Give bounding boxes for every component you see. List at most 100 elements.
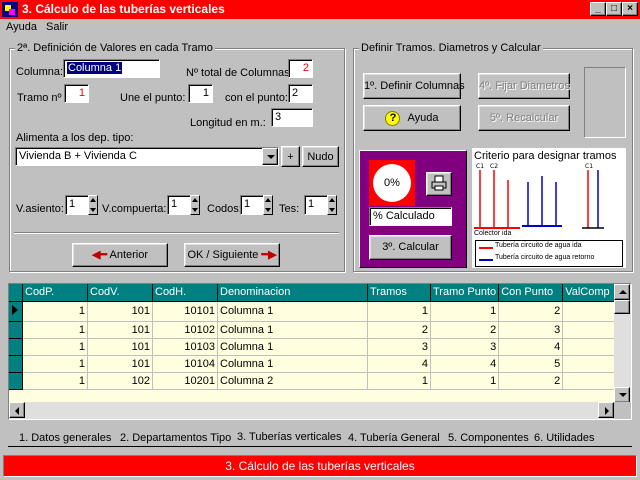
cell-codh[interactable]: 10104: [152, 355, 218, 373]
header-codv[interactable]: CodV.: [87, 284, 153, 302]
header-codp[interactable]: CodP.: [22, 284, 88, 302]
tes-spinner[interactable]: [327, 195, 337, 215]
cell-con-punto[interactable]: 2: [498, 301, 564, 322]
diagram-title: Criterio para designar tramos: [474, 150, 617, 162]
menu-ayuda[interactable]: Ayuda: [6, 21, 37, 33]
cell-codh[interactable]: 10201: [152, 372, 218, 390]
header-con-punto[interactable]: Con Punto: [498, 284, 564, 302]
cell-codh[interactable]: 10101: [152, 301, 218, 322]
codos-spinner[interactable]: [263, 195, 273, 215]
cell-codp[interactable]: 1: [22, 355, 88, 373]
nudo-button[interactable]: Nudo: [302, 146, 339, 167]
cell-codh[interactable]: 10103: [152, 338, 218, 356]
cell-codh[interactable]: 10102: [152, 321, 218, 339]
calcular-button[interactable]: 3º. Calcular: [369, 235, 452, 260]
cell-denominacion[interactable]: Columna 1: [217, 321, 368, 339]
cell-denominacion[interactable]: Columna 1: [217, 355, 368, 373]
table-row[interactable]: 1 101 10103 Columna 1 3 3 4: [9, 338, 624, 356]
cell-tramo-punto[interactable]: 4: [430, 355, 500, 373]
cell-tramo-punto[interactable]: 1: [430, 372, 500, 390]
header-codh[interactable]: CodH.: [152, 284, 218, 302]
fijar-diametros-button[interactable]: 4º. Fijar Diametros: [478, 73, 570, 99]
tab-componentes[interactable]: 5. Componentes: [445, 431, 532, 447]
cell-tramos[interactable]: 1: [367, 301, 431, 322]
anterior-button[interactable]: ◀━ Anterior: [72, 243, 168, 267]
tab-datos-generales[interactable]: 1. Datos generales: [16, 431, 118, 447]
tab-tuberia-general[interactable]: 4. Tubería General: [345, 431, 446, 447]
table-row[interactable]: 1 101 10101 Columna 1 1 1 2: [9, 301, 624, 322]
table-row[interactable]: 1 101 10104 Columna 1 4 4 5: [9, 355, 624, 373]
scroll-left-button[interactable]: [9, 402, 25, 418]
ok-siguiente-button[interactable]: OK / Siguiente ━▶: [184, 243, 280, 267]
definir-columnas-button[interactable]: 1º. Definir Columnas: [363, 73, 465, 99]
vertical-scrollbar[interactable]: [614, 284, 631, 403]
tab-tuberias-verticales[interactable]: 3. Tuberías verticales: [234, 430, 345, 446]
scroll-thumb[interactable]: [614, 300, 630, 314]
vasiento-spinner[interactable]: [88, 195, 98, 215]
vasiento-input[interactable]: 1: [65, 195, 89, 215]
con-punto-input[interactable]: 2: [288, 84, 313, 103]
maximize-button[interactable]: □: [606, 2, 622, 16]
arrow-left-icon: ◀━: [91, 249, 108, 261]
scroll-up-button[interactable]: [614, 284, 630, 300]
columna-input[interactable]: Columna 1: [63, 59, 160, 78]
une-punto-input[interactable]: 1: [188, 84, 213, 103]
app-icon[interactable]: [2, 2, 18, 17]
table-row[interactable]: 1 102 10201 Columna 2 1 1 2: [9, 372, 624, 390]
cell-con-punto[interactable]: 4: [498, 338, 564, 356]
cell-denominacion[interactable]: Columna 1: [217, 301, 368, 322]
cell-codv[interactable]: 102: [87, 372, 153, 390]
cell-codp[interactable]: 1: [22, 301, 88, 322]
tes-input[interactable]: 1: [304, 195, 328, 215]
cell-tramos[interactable]: 4: [367, 355, 431, 373]
tab-utilidades[interactable]: 6. Utilidades: [531, 431, 601, 447]
cell-tramo-punto[interactable]: 3: [430, 338, 500, 356]
tes-label: Tes:: [279, 203, 300, 215]
add-dep-button[interactable]: +: [281, 146, 300, 167]
cell-codv[interactable]: 101: [87, 301, 153, 322]
cell-codv[interactable]: 101: [87, 321, 153, 339]
cell-codp[interactable]: 1: [22, 321, 88, 339]
cell-codp[interactable]: 1: [22, 372, 88, 390]
chevron-down-icon[interactable]: [262, 148, 278, 165]
cell-con-punto[interactable]: 5: [498, 355, 564, 373]
cell-con-punto[interactable]: 3: [498, 321, 564, 339]
ayuda-button[interactable]: ? Ayuda: [363, 105, 461, 131]
cell-denominacion[interactable]: Columna 1: [217, 338, 368, 356]
alimenta-select[interactable]: Vivienda B + Vivienda C: [15, 147, 279, 166]
cell-con-punto[interactable]: 2: [498, 372, 564, 390]
vcompuerta-input[interactable]: 1: [167, 195, 191, 215]
vcompuerta-spinner[interactable]: [190, 195, 200, 215]
ayuda-label: Ayuda: [407, 112, 439, 124]
cell-codp[interactable]: 1: [22, 338, 88, 356]
menu-salir[interactable]: Salir: [46, 21, 68, 33]
table-row[interactable]: 1 101 10102 Columna 1 2 2 3: [9, 321, 624, 339]
horizontal-scrollbar[interactable]: [9, 402, 614, 419]
header-tramos[interactable]: Tramos: [367, 284, 431, 302]
printer-icon[interactable]: [426, 172, 452, 196]
riser-drawing: C1 C2 C1: [474, 163, 604, 229]
cell-tramo-punto[interactable]: 2: [430, 321, 500, 339]
tramos-grid[interactable]: CodP. CodV. CodH. Denominacion Tramos Tr…: [8, 283, 632, 420]
tab-departamentos-tipo[interactable]: 2. Departamentos Tipo: [117, 431, 235, 447]
cell-tramos[interactable]: 2: [367, 321, 431, 339]
tramo-input[interactable]: 1: [64, 84, 89, 103]
recalcular-button[interactable]: 5º. Recalcular: [478, 105, 570, 131]
scroll-down-button[interactable]: [614, 387, 630, 403]
cell-tramo-punto[interactable]: 1: [430, 301, 500, 322]
cell-codv[interactable]: 101: [87, 338, 153, 356]
codos-input[interactable]: 1: [240, 195, 264, 215]
close-button[interactable]: ×: [622, 2, 638, 16]
cell-tramos[interactable]: 3: [367, 338, 431, 356]
longitud-input[interactable]: 3: [271, 108, 313, 127]
help-icon: ?: [385, 110, 401, 126]
header-tramo-punto[interactable]: Tramo Punto: [430, 284, 500, 302]
scroll-right-button[interactable]: [598, 402, 614, 418]
total-columnas-input[interactable]: 2: [288, 59, 313, 78]
minimize-button[interactable]: _: [590, 2, 606, 16]
header-denominacion[interactable]: Denominacion: [217, 284, 368, 302]
total-columnas-label: Nº total de Columnas:: [186, 67, 293, 79]
cell-codv[interactable]: 101: [87, 355, 153, 373]
cell-tramos[interactable]: 1: [367, 372, 431, 390]
cell-denominacion[interactable]: Columna 2: [217, 372, 368, 390]
